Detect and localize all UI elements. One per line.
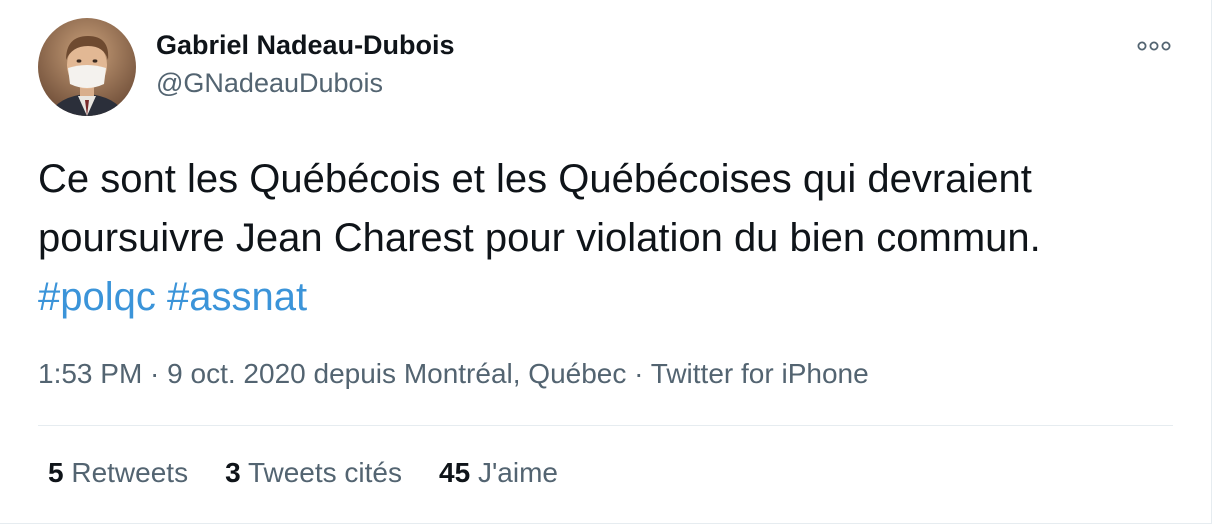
- tweet-card: Gabriel Nadeau-Dubois @GNadeauDubois Ce …: [0, 0, 1212, 524]
- meta-separator: ·: [142, 358, 168, 389]
- author-name[interactable]: Gabriel Nadeau-Dubois: [156, 30, 455, 61]
- hashtag-line: #polqc #assnat: [38, 268, 1178, 327]
- location-prefix: depuis: [305, 358, 404, 389]
- author-avatar[interactable]: [38, 18, 136, 116]
- retweets-label: Retweets: [71, 457, 189, 488]
- tweet-text-line: poursuivre Jean Charest pour violation d…: [38, 216, 1041, 260]
- retweets-stat[interactable]: 5 Retweets: [48, 457, 188, 489]
- author-handle[interactable]: @GNadeauDubois: [156, 68, 383, 99]
- tweet-location[interactable]: Montréal, Québec: [404, 358, 627, 389]
- tweet-metadata: 1:53 PM · 9 oct. 2020 depuis Montréal, Q…: [38, 358, 869, 390]
- likes-stat[interactable]: 45 J'aime: [439, 457, 558, 489]
- tweet-source[interactable]: Twitter for iPhone: [651, 358, 869, 389]
- tweet-time[interactable]: 1:53 PM: [38, 358, 142, 389]
- divider: [38, 425, 1173, 426]
- hashtag-link[interactable]: #assnat: [167, 275, 307, 319]
- quote-tweets-stat[interactable]: 3 Tweets cités: [225, 457, 402, 489]
- retweets-count: 5: [48, 457, 64, 488]
- engagement-stats: 5 Retweets 3 Tweets cités 45 J'aime: [48, 457, 595, 489]
- tweet-text: Ce sont les Québécois et les Québécoises…: [38, 150, 1178, 327]
- meta-separator: ·: [626, 358, 651, 389]
- more-options-icon[interactable]: [1134, 34, 1174, 58]
- tweet-text-line: Ce sont les Québécois et les Québécoises…: [38, 157, 1032, 201]
- tweet-date[interactable]: 9 oct. 2020: [167, 358, 306, 389]
- likes-count: 45: [439, 457, 471, 488]
- quote-tweets-label: Tweets cités: [247, 457, 402, 488]
- likes-label: J'aime: [477, 457, 558, 488]
- quote-tweets-count: 3: [225, 457, 241, 488]
- hashtag-link[interactable]: #polqc: [38, 275, 156, 319]
